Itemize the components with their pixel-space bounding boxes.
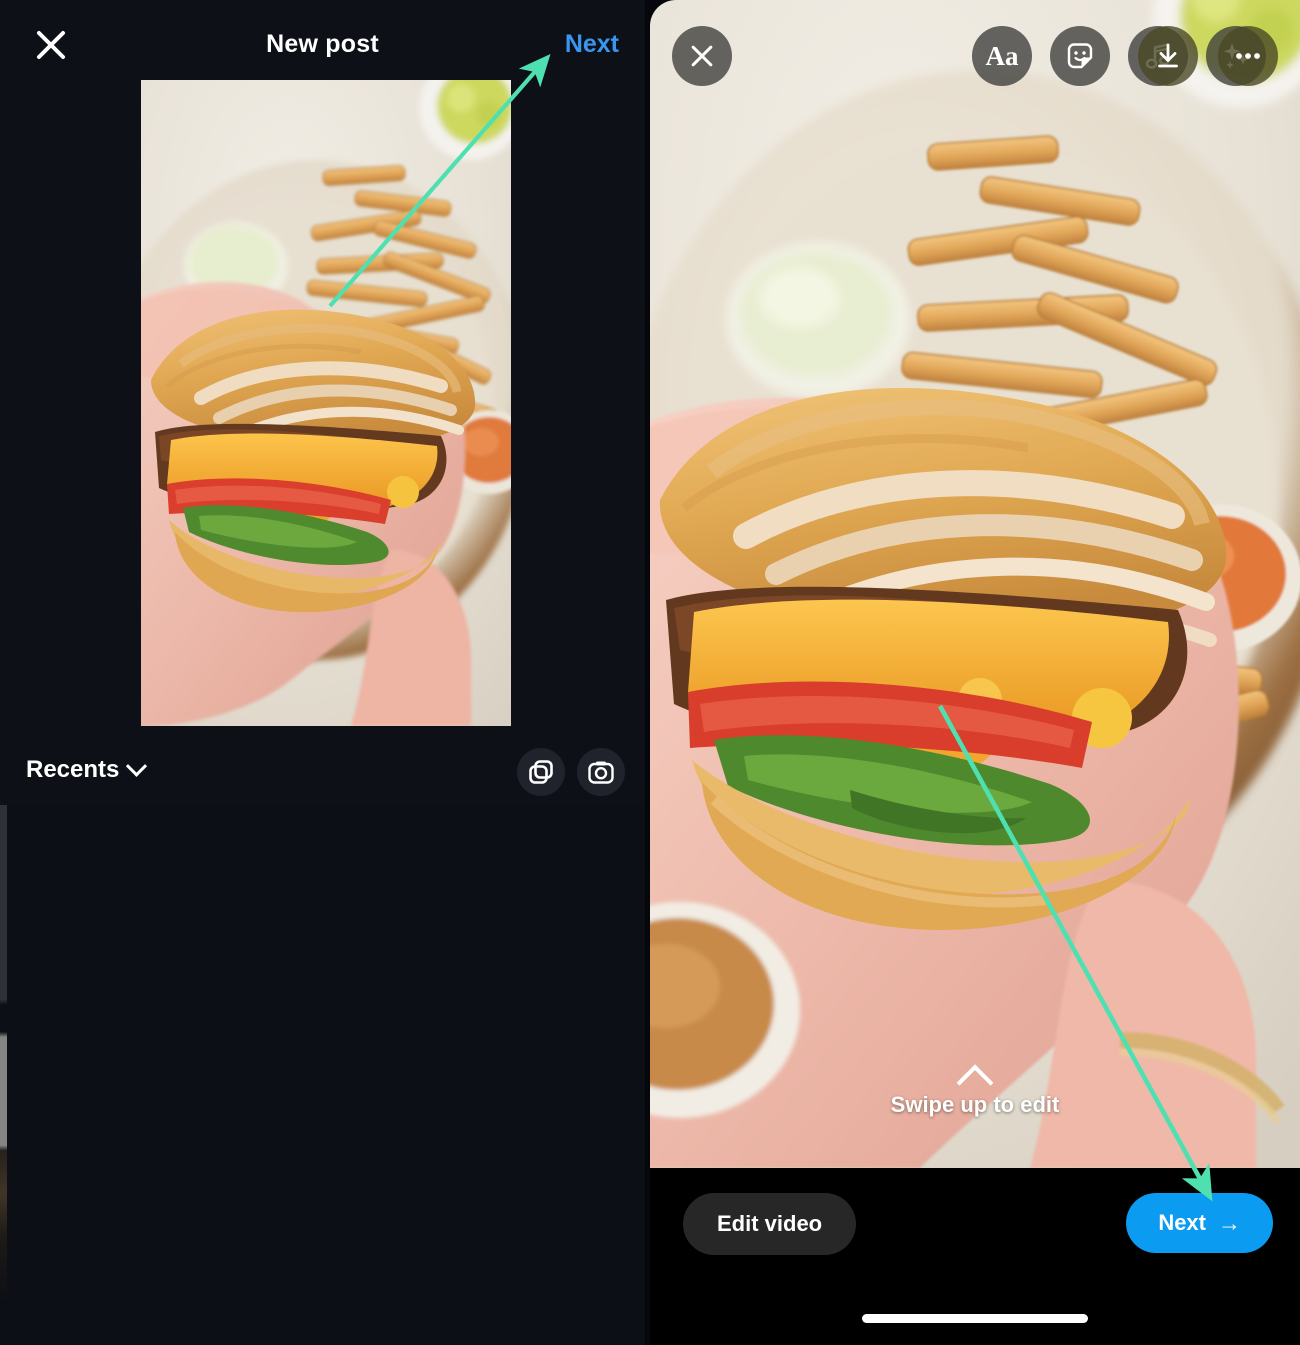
story-toolbar: Aa <box>650 26 1300 88</box>
left-panel-upper: New post Next Recents <box>0 0 645 805</box>
new-post-header: New post Next <box>0 0 645 92</box>
page-title: New post <box>266 30 379 58</box>
swipe-up-hint[interactable]: Swipe up to edit <box>650 1066 1300 1118</box>
screenshot-stage: New post Next Recents Aa Swipe up to edi… <box>0 0 1300 1345</box>
gallery-controls-bar: Recents <box>0 740 645 806</box>
close-glyph <box>689 43 715 69</box>
sticker-glyph <box>1067 43 1093 69</box>
photo-preview[interactable] <box>141 80 511 726</box>
next-button[interactable]: Next → <box>1126 1193 1273 1253</box>
edit-video-button[interactable]: Edit video <box>683 1193 857 1255</box>
chevron-down-icon <box>126 755 148 777</box>
arrow-right-icon: → <box>1218 1209 1241 1236</box>
album-selector[interactable]: Recents <box>26 755 148 784</box>
edge-content-sliver <box>0 805 7 1345</box>
next-button-label: Next <box>1158 1210 1206 1235</box>
chevron-up-icon <box>958 1066 992 1084</box>
multi-select-icon[interactable] <box>517 748 565 796</box>
burger-photo <box>141 80 511 726</box>
sticker-icon[interactable] <box>1050 26 1110 86</box>
right-panel-story-editor: Aa Swipe up to edit Edit video Next → <box>650 0 1300 1345</box>
left-panel-lower-empty <box>0 805 645 1345</box>
text-tool-label: Aa <box>985 40 1019 71</box>
camera-glyph <box>588 761 614 784</box>
home-indicator <box>862 1314 1088 1323</box>
next-link[interactable]: Next <box>565 30 619 59</box>
more-glyph <box>1236 53 1260 59</box>
close-icon[interactable] <box>672 26 732 86</box>
camera-icon[interactable] <box>577 748 625 796</box>
story-media-preview[interactable]: Aa Swipe up to edit <box>650 0 1300 1168</box>
download-glyph <box>1158 43 1178 68</box>
left-panel-new-post: New post Next Recents <box>0 0 645 1345</box>
text-tool-icon[interactable]: Aa <box>972 26 1032 86</box>
download-icon[interactable] <box>1138 26 1198 86</box>
multi-select-glyph <box>529 760 553 784</box>
story-bottom-bar: Edit video Next → <box>650 1168 1300 1345</box>
more-options-icon[interactable] <box>1218 26 1278 86</box>
burger-video-frame <box>650 0 1300 1168</box>
album-label: Recents <box>26 756 120 783</box>
